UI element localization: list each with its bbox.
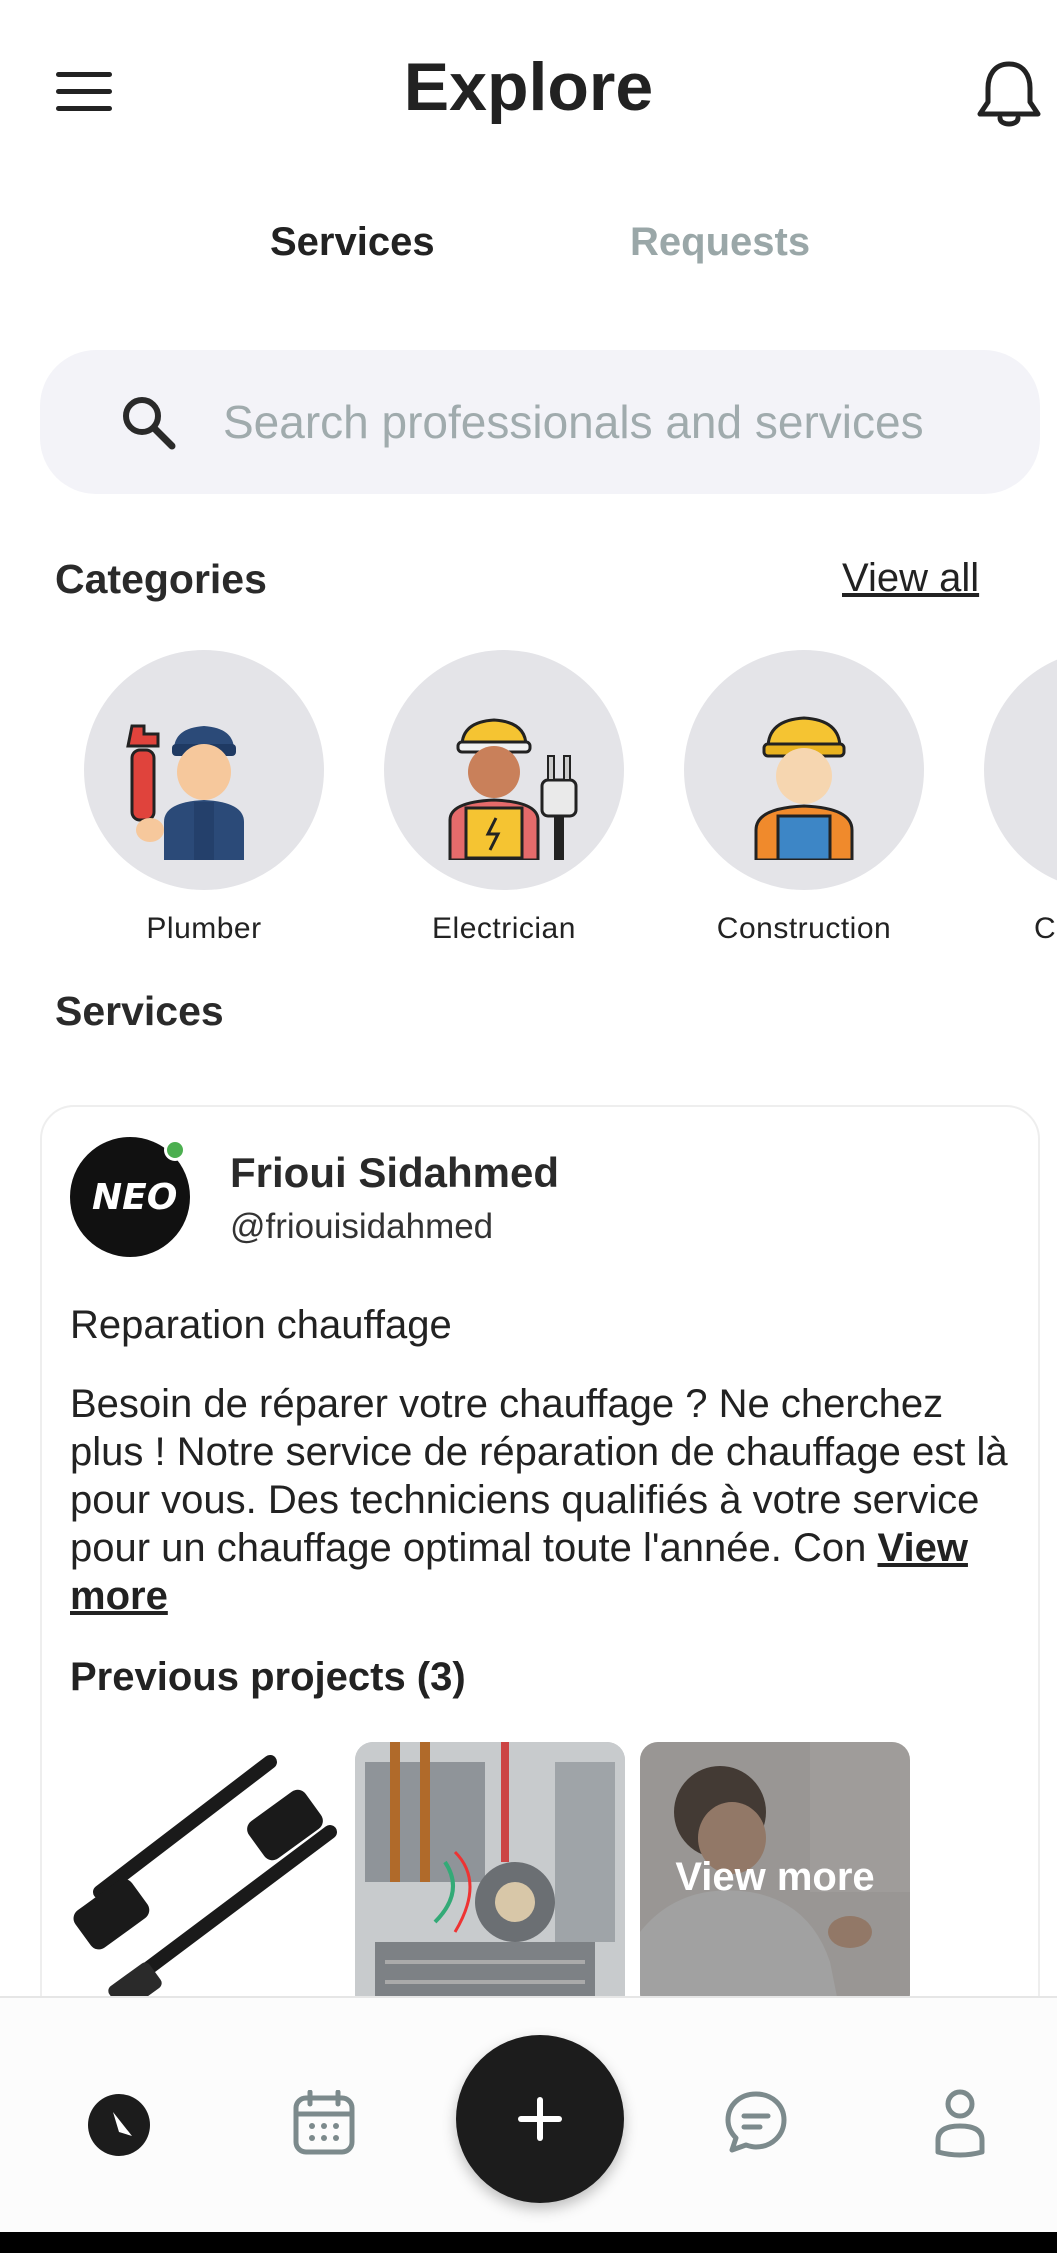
category-label: Electrician: [432, 912, 576, 945]
view-all-link[interactable]: View all: [842, 556, 979, 601]
professional-handle: @friouisidahmed: [230, 1207, 494, 1246]
page-title: Explore: [403, 49, 654, 125]
project-thumbnail-more[interactable]: View more: [640, 1742, 910, 2002]
category-construction[interactable]: Construction: [684, 650, 924, 946]
category-label: Construction: [716, 912, 892, 945]
bell-icon[interactable]: [970, 58, 1048, 130]
category-label: C: [1034, 912, 1057, 945]
project-thumbnail[interactable]: [355, 1742, 625, 2002]
construction-worker-icon: [684, 650, 924, 890]
category-partial[interactable]: C: [984, 650, 1057, 946]
service-card[interactable]: NEO Frioui Sidahmed @friouisidahmed Repa…: [40, 1105, 1040, 2105]
chat-icon[interactable]: [724, 2090, 788, 2159]
plumber-icon: [84, 650, 324, 890]
add-button[interactable]: [456, 2035, 624, 2203]
calendar-icon[interactable]: [292, 2089, 356, 2161]
avatar-logo: NEO: [92, 1177, 178, 1218]
electrician-icon: [384, 650, 624, 890]
services-title: Services: [55, 988, 224, 1034]
category-electrician[interactable]: Electrician: [384, 650, 624, 946]
tab-services[interactable]: Services: [270, 220, 435, 265]
search-input[interactable]: [223, 380, 1003, 464]
project-thumbnail[interactable]: [70, 1742, 340, 2002]
previous-projects-gallery[interactable]: View more: [70, 1742, 1010, 2002]
system-navigation-bar: [0, 2232, 1057, 2253]
description-text: Besoin de réparer votre chauffage ? Ne c…: [70, 1382, 1008, 1570]
professional-name[interactable]: Frioui Sidahmed: [230, 1149, 559, 1197]
app-header: Explore: [0, 0, 1057, 180]
search-bar[interactable]: [40, 350, 1040, 494]
online-status-dot: [164, 1139, 186, 1161]
view-more-overlay[interactable]: View more: [640, 1742, 910, 2002]
service-title: Reparation chauffage: [70, 1303, 452, 1347]
tab-bar: Services Requests: [0, 220, 1057, 280]
category-plumber[interactable]: Plumber: [84, 650, 324, 946]
compass-icon[interactable]: [86, 2092, 152, 2163]
service-description: Besoin de réparer votre chauffage ? Ne c…: [70, 1380, 1020, 1620]
search-icon: [118, 392, 178, 452]
previous-projects-title: Previous projects (3): [70, 1655, 466, 1699]
categories-carousel[interactable]: Plumber Electrician Construction C: [0, 650, 1057, 960]
profile-icon[interactable]: [934, 2088, 986, 2163]
category-icon: [984, 650, 1057, 890]
categories-title: Categories: [55, 556, 267, 602]
tab-requests[interactable]: Requests: [630, 220, 810, 265]
category-label: Plumber: [146, 912, 262, 945]
